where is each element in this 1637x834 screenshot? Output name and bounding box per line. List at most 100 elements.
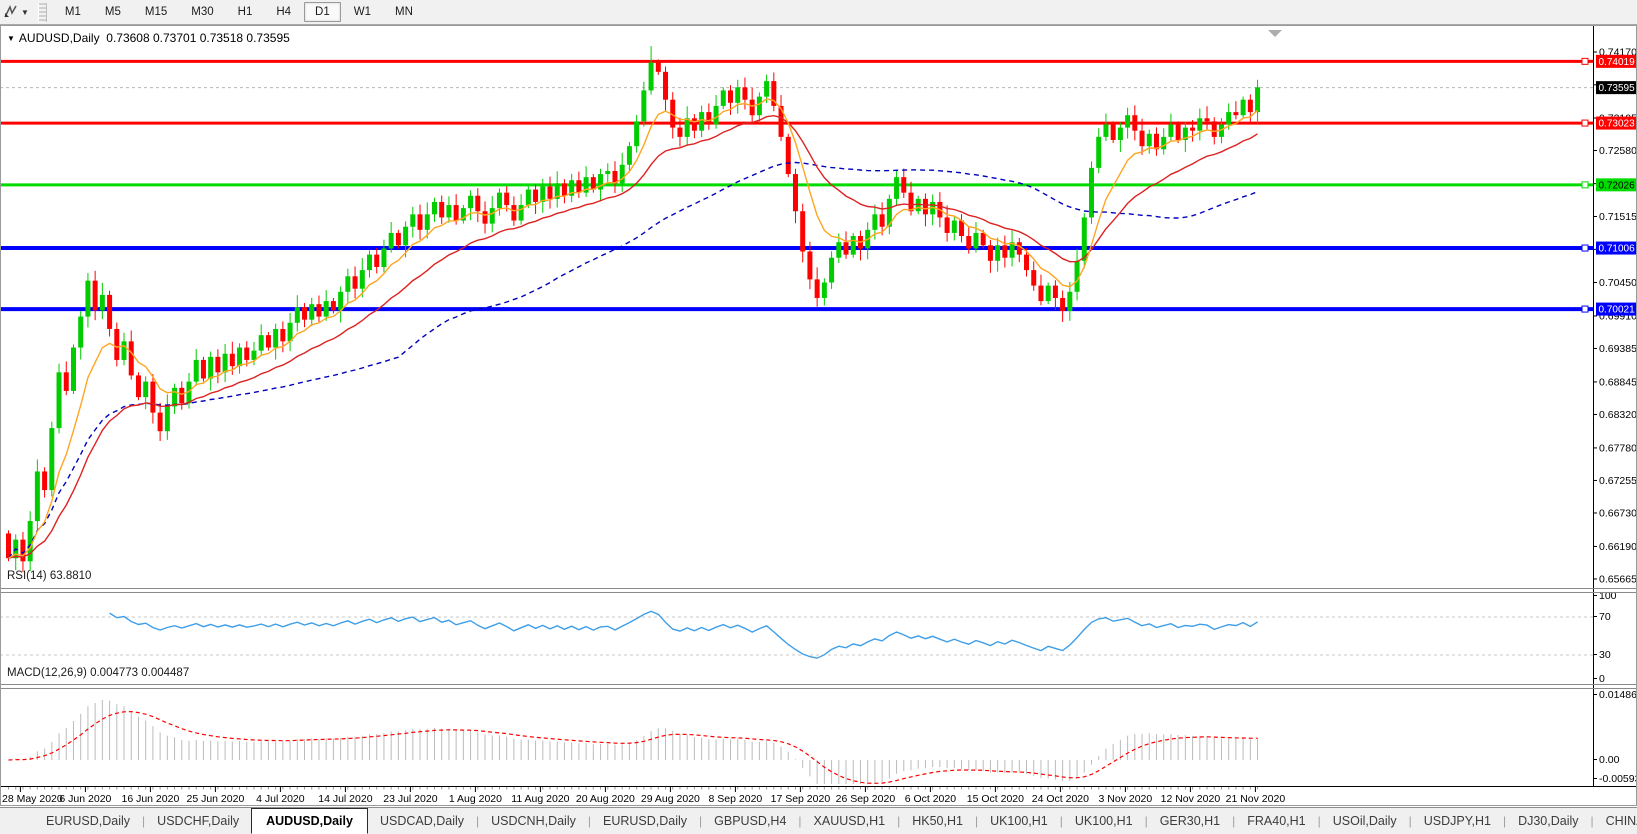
rsi-indicator-label: RSI(14) 63.8810 <box>7 570 91 582</box>
tab-gbpusd-h4[interactable]: GBPUSD,H4 <box>702 810 798 832</box>
tab-eurusd-daily[interactable]: EURUSD,Daily <box>591 810 699 832</box>
date-axis-group: 28 May 20206 Jun 2020 16 Jun 2020 25 Jun 2… <box>2 787 1285 805</box>
level-handle-0.71006 <box>1582 245 1588 251</box>
date-tick-label: 6 Oct 2020 <box>905 793 957 805</box>
price-tick-label: 0.71515 <box>1599 211 1637 223</box>
timeframe-button-MN[interactable]: MN <box>384 2 424 22</box>
date-tick-label: 4 Jul 2020 <box>256 793 305 805</box>
tab-hk50-h1[interactable]: HK50,H1 <box>900 810 975 832</box>
date-tick-label: 25 Jun 2020 <box>186 793 244 805</box>
price-axis-group: 0.741700.736400.731050.725800.720450.715… <box>1593 47 1637 586</box>
date-tick-label: 12 Nov 2020 <box>1161 793 1221 805</box>
tab-usdcad-daily[interactable]: USDCAD,Daily <box>368 810 476 832</box>
price-tick-label: 0.68320 <box>1599 409 1637 421</box>
timeframe-button-H1[interactable]: H1 <box>227 2 264 22</box>
timeframe-button-M30[interactable]: M30 <box>180 2 224 22</box>
tab-eurusd-daily[interactable]: EURUSD,Daily <box>34 810 142 832</box>
chart-tabs: EURUSD,Daily|USDCHF,DailyAUDUSD,DailyUSD… <box>34 808 1637 834</box>
chart-cursor-glyph <box>3 4 19 20</box>
price-tag-0.72026: 0.72026 <box>1599 180 1636 191</box>
macd-axis-label: -0.005938 <box>1599 773 1637 785</box>
price-tick-label: 0.72580 <box>1599 145 1637 157</box>
date-tick-label: 3 Nov 2020 <box>1099 793 1153 805</box>
tab-usdjpy-h1[interactable]: USDJPY,H1 <box>1412 810 1503 832</box>
symbol-period-label: AUDUSD,Daily <box>19 31 100 45</box>
price-tag-0.74019: 0.74019 <box>1599 57 1636 68</box>
chart-window: 0.741700.736400.731050.725800.720450.715… <box>0 25 1637 807</box>
current-price-tag: 0.73595 <box>1599 83 1636 94</box>
date-tick-label: 23 Jul 2020 <box>383 793 437 805</box>
price-tag-0.70021: 0.70021 <box>1599 305 1636 316</box>
chart-cursor-icon[interactable] <box>2 3 20 21</box>
ma-21-line <box>9 116 1258 559</box>
date-tick-label: 24 Oct 2020 <box>1032 793 1089 805</box>
timeframe-button-D1[interactable]: D1 <box>304 2 341 22</box>
ohlc-values: 0.73608 0.73701 0.73518 0.73595 <box>106 31 290 45</box>
timeframe-buttons: M1M5M15M30H1H4D1W1MN <box>53 0 425 25</box>
macd-panel-group: 0.014861 0.00 -0.005938 <box>9 689 1637 785</box>
timeframe-button-M5[interactable]: M5 <box>94 2 132 22</box>
collapse-caret-icon[interactable]: ▼ <box>7 34 15 43</box>
moving-averages-group <box>9 99 1258 558</box>
date-tick-label: 20 Aug 2020 <box>576 793 635 805</box>
price-tick-label: 0.66730 <box>1599 507 1637 519</box>
price-tag-0.73023: 0.73023 <box>1599 119 1636 130</box>
ma-8-line <box>9 99 1258 558</box>
price-tag-0.71006: 0.71006 <box>1599 244 1636 255</box>
top-toolbar: ▼ M1M5M15M30H1H4D1W1MN <box>0 0 1637 25</box>
rsi-line <box>110 611 1258 658</box>
level-handle-0.74019 <box>1582 58 1588 64</box>
rsi-name: RSI(14) <box>7 570 47 582</box>
date-tick-label: 6 Jun 2020 <box>59 793 111 805</box>
tab-ger30-h1[interactable]: GER30,H1 <box>1148 810 1232 832</box>
price-tick-label: 0.67255 <box>1599 475 1637 487</box>
tab-uk100-h1[interactable]: UK100,H1 <box>978 810 1060 832</box>
price-tick-label: 0.70450 <box>1599 277 1637 289</box>
macd-name: MACD(12,26,9) <box>7 667 87 679</box>
date-tick-label: 26 Sep 2020 <box>836 793 896 805</box>
chart-tabs-bar: EURUSD,Daily|USDCHF,DailyAUDUSD,DailyUSD… <box>0 807 1637 834</box>
date-tick-label: 29 Aug 2020 <box>641 793 700 805</box>
rsi-panel-group: 100 70 30 0 <box>0 590 1617 685</box>
date-tick-label: 17 Sep 2020 <box>771 793 831 805</box>
rsi-axis-label: 0 <box>1599 673 1605 685</box>
price-tick-label: 0.67780 <box>1599 442 1637 454</box>
macd-axis-label: 0.014861 <box>1599 689 1637 701</box>
date-tick-label: 8 Sep 2020 <box>709 793 763 805</box>
tab-uk100-h1[interactable]: UK100,H1 <box>1063 810 1145 832</box>
timeframe-button-H4[interactable]: H4 <box>265 2 302 22</box>
date-tick-label: 21 Nov 2020 <box>1226 793 1286 805</box>
chart-title: ▼ AUDUSD,Daily 0.73608 0.73701 0.73518 0.… <box>7 31 290 45</box>
tab-usdcnh-daily[interactable]: USDCNH,Daily <box>479 810 588 832</box>
rsi-axis-label: 30 <box>1599 649 1611 661</box>
tab-audusd-daily[interactable]: AUDUSD,Daily <box>251 808 368 834</box>
date-tick-label: 14 Jul 2020 <box>318 793 372 805</box>
price-tick-label: 0.68845 <box>1599 376 1637 388</box>
tab-usoil-daily[interactable]: USOil,Daily <box>1321 810 1409 832</box>
date-tick-label: 16 Jun 2020 <box>121 793 179 805</box>
level-handle-0.73023 <box>1582 120 1588 126</box>
tab-usdchf-daily[interactable]: USDCHF,Daily <box>145 810 251 832</box>
chevron-down-icon[interactable]: ▼ <box>20 8 34 17</box>
macd-values: 0.004773 0.004487 <box>90 667 189 679</box>
rsi-axis-label: 70 <box>1599 611 1611 623</box>
date-tick-label: 11 Aug 2020 <box>511 793 569 805</box>
price-tick-label: 0.66190 <box>1599 541 1637 553</box>
level-handle-0.70021 <box>1582 306 1588 312</box>
tab-xauusd-h1[interactable]: XAUUSD,H1 <box>802 810 898 832</box>
tab-fra40-h1[interactable]: FRA40,H1 <box>1235 810 1317 832</box>
panel-frames-group <box>0 25 1637 806</box>
rsi-axis-label: 100 <box>1599 590 1617 602</box>
timeframe-button-M1[interactable]: M1 <box>54 2 92 22</box>
toolbar-grip <box>38 3 47 22</box>
timeframe-button-W1[interactable]: W1 <box>343 2 382 22</box>
price-chart-canvas[interactable]: 0.741700.736400.731050.725800.720450.715… <box>0 25 1637 807</box>
date-tick-label: 28 May 2020 <box>2 793 63 805</box>
tab-china300-h1[interactable]: CHINA300,H1 <box>1594 810 1637 832</box>
chart-shift-marker-icon <box>1268 30 1282 37</box>
timeframe-button-M15[interactable]: M15 <box>134 2 178 22</box>
tab-dj30-daily[interactable]: DJ30,Daily <box>1506 810 1590 832</box>
date-tick-label: 15 Oct 2020 <box>967 793 1024 805</box>
macd-axis-label: 0.00 <box>1599 754 1620 766</box>
date-tick-label: 1 Aug 2020 <box>449 793 502 805</box>
